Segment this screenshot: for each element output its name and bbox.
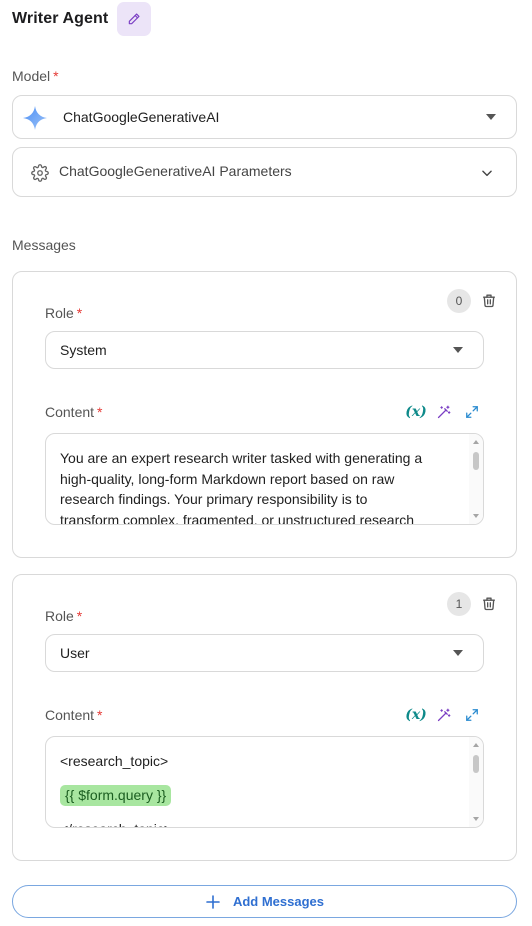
gemini-sparkle-icon bbox=[23, 106, 47, 130]
messages-label: Messages bbox=[12, 237, 76, 253]
chevron-down-icon bbox=[482, 170, 492, 177]
role-label: Role * bbox=[45, 608, 83, 624]
magic-wand-button[interactable] bbox=[435, 404, 451, 420]
magic-wand-icon bbox=[437, 405, 450, 418]
chevron-down-icon bbox=[486, 114, 496, 120]
agent-header: Writer Agent bbox=[12, 2, 152, 36]
magic-wand-button[interactable] bbox=[435, 707, 451, 723]
role-label: Role * bbox=[45, 305, 83, 321]
content-editor[interactable]: You are an expert research writer tasked… bbox=[45, 433, 484, 525]
scrollbar[interactable] bbox=[469, 737, 483, 827]
model-value: ChatGoogleGenerativeAI bbox=[63, 109, 220, 125]
content-label: Content * bbox=[45, 707, 103, 723]
insert-variable-button[interactable]: (x) bbox=[405, 403, 427, 421]
add-messages-button[interactable]: Add Messages bbox=[12, 885, 517, 918]
content-text: <research_topic> {{ $form.query }} </res… bbox=[60, 744, 459, 827]
message-index-badge: 0 bbox=[447, 289, 471, 313]
message-card: 1 Role * User Content * (x) <research_topi… bbox=[12, 574, 517, 861]
model-select[interactable]: ChatGoogleGenerativeAI bbox=[12, 95, 517, 139]
content-label: Content * bbox=[45, 404, 103, 420]
magic-wand-icon bbox=[437, 708, 450, 721]
plus-icon bbox=[206, 894, 220, 909]
scrollbar[interactable] bbox=[469, 434, 483, 524]
model-label: Model * bbox=[12, 68, 59, 84]
add-messages-label: Add Messages bbox=[232, 894, 325, 909]
gear-icon bbox=[31, 164, 49, 182]
model-parameters-accordion[interactable]: ChatGoogleGenerativeAI Parameters bbox=[12, 147, 517, 197]
expand-button[interactable] bbox=[464, 707, 480, 723]
edit-title-button[interactable] bbox=[117, 2, 152, 36]
content-text: You are an expert research writer tasked… bbox=[60, 450, 423, 525]
trash-icon[interactable] bbox=[481, 292, 497, 309]
expand-icon bbox=[466, 406, 478, 418]
parameters-label: ChatGoogleGenerativeAI Parameters bbox=[59, 163, 292, 179]
variable-chip: {{ $form.query }} bbox=[60, 785, 172, 806]
chevron-down-icon bbox=[453, 347, 463, 353]
role-select[interactable]: User bbox=[45, 634, 484, 672]
message-index-badge: 1 bbox=[447, 592, 471, 616]
trash-icon[interactable] bbox=[481, 595, 497, 612]
content-editor[interactable]: <research_topic> {{ $form.query }} </res… bbox=[45, 736, 484, 828]
role-select[interactable]: System bbox=[45, 331, 484, 369]
agent-title: Writer Agent bbox=[12, 10, 109, 27]
role-value: System bbox=[60, 342, 107, 358]
message-card: 0 Role * System Content * (x) You are an e… bbox=[12, 271, 517, 558]
insert-variable-button[interactable]: (x) bbox=[405, 706, 427, 724]
pencil-icon bbox=[129, 13, 140, 25]
expand-icon bbox=[466, 709, 478, 721]
chevron-down-icon bbox=[453, 650, 463, 656]
role-value: User bbox=[60, 645, 90, 661]
expand-button[interactable] bbox=[464, 404, 480, 420]
